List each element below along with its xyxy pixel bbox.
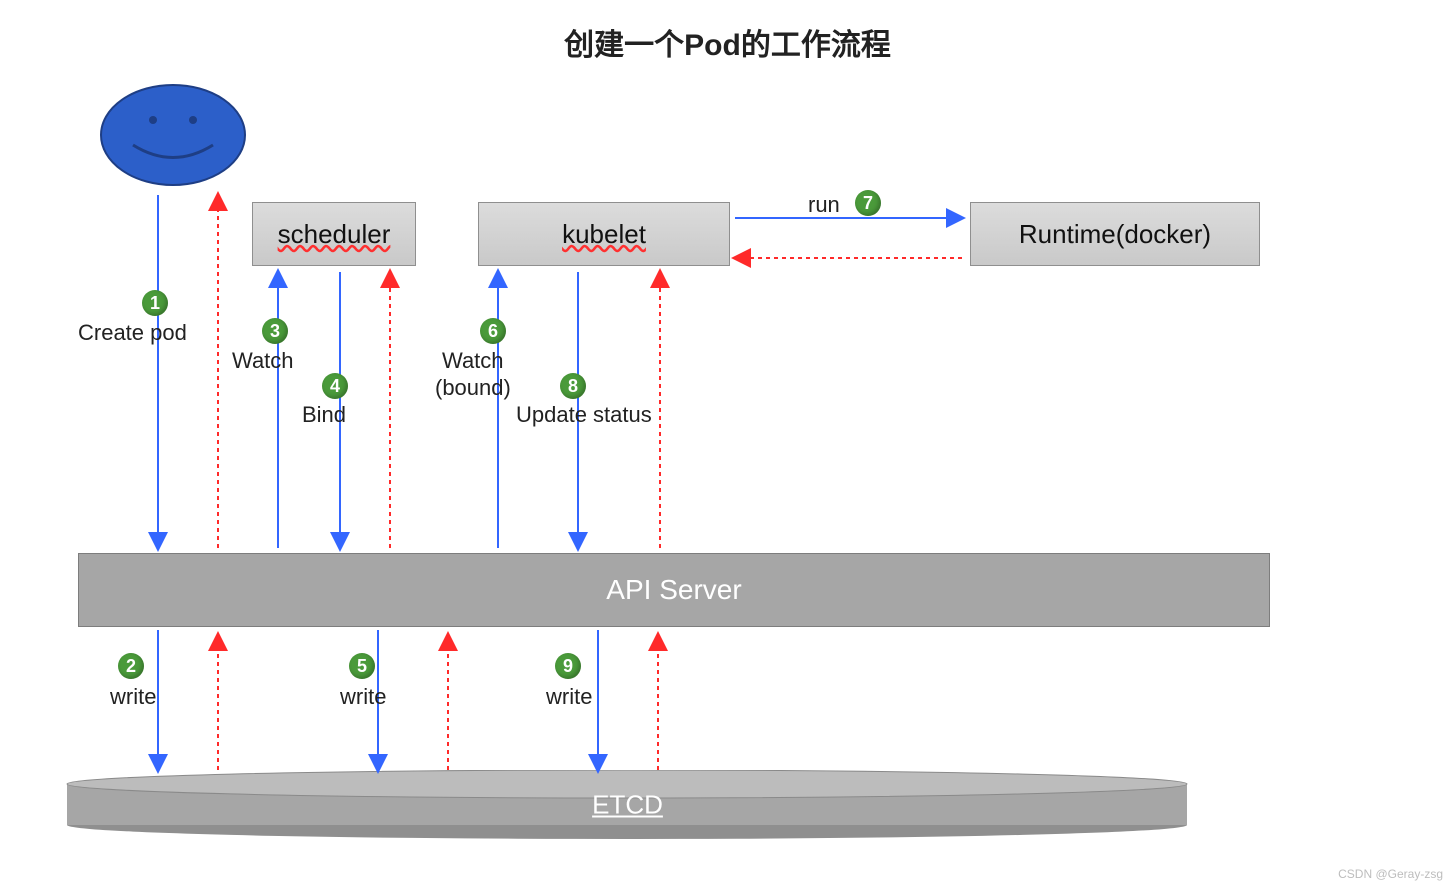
step-5-badge: 5: [349, 653, 375, 679]
step-8-badge: 8: [560, 373, 586, 399]
step-9-badge: 9: [555, 653, 581, 679]
step-2-badge: 2: [118, 653, 144, 679]
step-3-badge: 3: [262, 318, 288, 344]
diagram-canvas: 创建一个Pod的工作流程 scheduler kubelet Runtime(d…: [0, 0, 1455, 889]
step-7-badge: 7: [855, 190, 881, 216]
kubelet-label: kubelet: [562, 219, 646, 250]
watch-bound-l2: (bound): [435, 375, 511, 401]
runtime-label: Runtime(docker): [1019, 219, 1211, 250]
etcd-box: ETCD: [60, 770, 1195, 840]
api-server-box: API Server: [78, 553, 1270, 627]
step-1-badge: 1: [142, 290, 168, 316]
write-label-3: write: [546, 684, 592, 710]
runtime-box: Runtime(docker): [970, 202, 1260, 266]
diagram-title: 创建一个Pod的工作流程: [0, 20, 1455, 64]
write-label-1: write: [110, 684, 156, 710]
kubelet-box: kubelet: [478, 202, 730, 266]
step-6-badge: 6: [480, 318, 506, 344]
scheduler-label: scheduler: [278, 219, 391, 250]
update-status-label: Update status: [516, 402, 652, 428]
run-label: run: [808, 192, 840, 218]
write-label-2: write: [340, 684, 386, 710]
user-icon: [98, 80, 248, 195]
api-server-label: API Server: [606, 574, 741, 606]
bind-label: Bind: [302, 402, 346, 428]
watch-bound-l1: Watch: [442, 348, 504, 374]
create-pod-label: Create pod: [78, 320, 187, 346]
etcd-label: ETCD: [592, 790, 663, 821]
watermark: CSDN @Geray-zsg: [1338, 867, 1443, 881]
step-4-badge: 4: [322, 373, 348, 399]
watch-label: Watch: [232, 348, 294, 374]
scheduler-box: scheduler: [252, 202, 416, 266]
